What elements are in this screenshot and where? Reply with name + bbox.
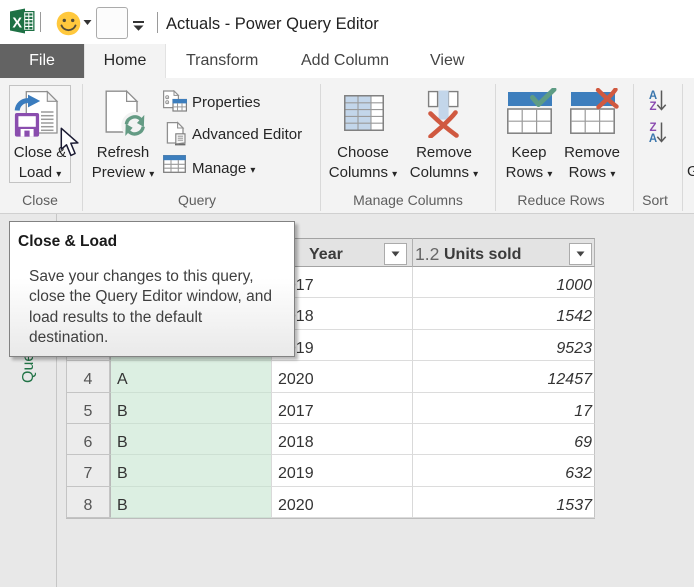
svg-text:X: X xyxy=(12,16,22,32)
svg-text:Z: Z xyxy=(649,101,656,113)
svg-text:A: A xyxy=(649,133,657,144)
